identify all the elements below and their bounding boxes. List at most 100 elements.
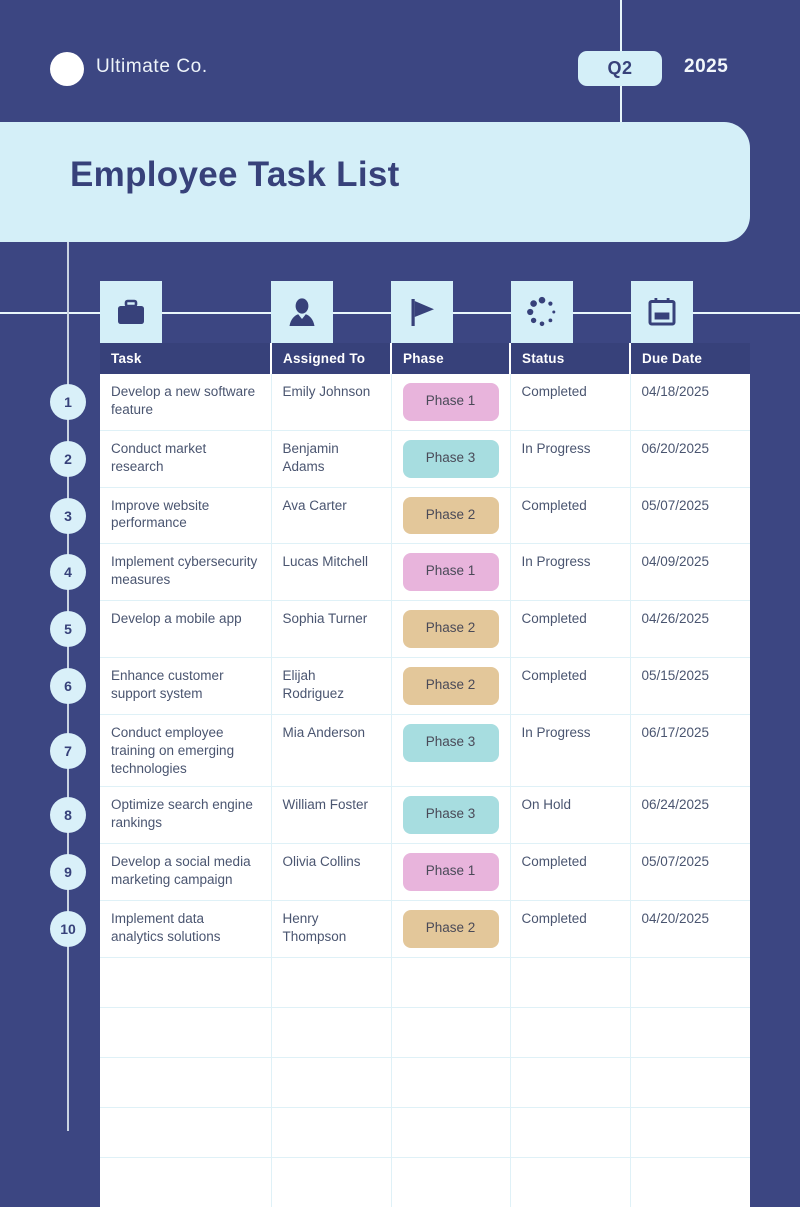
cell-status: Completed (510, 900, 631, 958)
table-row[interactable]: Develop a social media marketing campaig… (100, 843, 750, 901)
phase-badge[interactable]: Phase 3 (402, 723, 499, 762)
phase-badge[interactable]: Phase 3 (402, 796, 499, 835)
cell-phase: Phase 2 (391, 657, 511, 715)
cell-status (510, 1107, 631, 1158)
cell-assigned-to (271, 1057, 392, 1108)
quarter-badge: Q2 (578, 51, 662, 86)
cell-status: Completed (510, 657, 631, 715)
cell-assigned-to (271, 1157, 392, 1207)
cell-phase: Phase 2 (391, 600, 511, 659)
cell-due-date: 04/20/2025 (630, 900, 750, 958)
column-header-due-date[interactable]: Due Date (630, 343, 750, 374)
cell-phase: Phase 1 (391, 843, 511, 901)
flag-icon (391, 281, 453, 343)
table-row-empty[interactable] (100, 1057, 750, 1108)
row-number-badge: 5 (50, 611, 86, 648)
phase-badge[interactable]: Phase 2 (402, 610, 499, 649)
task-table-body: Develop a new software feature Emily John… (100, 374, 750, 1207)
phase-badge[interactable]: Phase 1 (402, 383, 499, 421)
cell-status: Completed (510, 843, 631, 901)
cell-phase (391, 1157, 511, 1207)
cell-due-date: 05/07/2025 (630, 843, 750, 901)
row-number-badge: 4 (50, 554, 86, 591)
table-row[interactable]: Implement data analytics solutions Henry … (100, 900, 750, 958)
phase-badge[interactable]: Phase 2 (402, 667, 499, 705)
cell-status: In Progress (510, 430, 631, 488)
cell-status: In Progress (510, 543, 631, 602)
table-row[interactable]: Improve website performance Ava Carter Pha… (100, 487, 750, 545)
cell-task (100, 1057, 272, 1108)
cell-due-date: 06/24/2025 (630, 786, 750, 845)
cell-status (510, 1007, 631, 1058)
row-number-badge: 10 (50, 910, 86, 947)
cell-task: Implement data analytics solutions (100, 900, 272, 958)
column-header-task[interactable]: Task (100, 343, 272, 374)
cell-task (100, 1007, 272, 1058)
cell-phase: Phase 1 (391, 374, 511, 431)
cell-status: On Hold (510, 786, 631, 845)
column-header-assigned[interactable]: Assigned To (271, 343, 392, 374)
table-header-row: Task Assigned To Phase Status Due Date (100, 343, 750, 374)
cell-assigned-to: Emily Johnson (271, 374, 392, 431)
table-row[interactable]: Develop a mobile app Sophia Turner Phase 2… (100, 600, 750, 659)
cell-task (100, 957, 272, 1008)
cell-assigned-to: Ava Carter (271, 487, 392, 545)
cell-phase: Phase 3 (391, 786, 511, 845)
table-row[interactable]: Optimize search engine rankings William F… (100, 786, 750, 845)
phase-badge[interactable]: Phase 3 (402, 439, 499, 478)
cell-due-date: 04/18/2025 (630, 374, 750, 431)
phase-badge[interactable]: Phase 2 (402, 909, 499, 948)
row-number-badge: 9 (50, 854, 86, 891)
person-icon (271, 281, 333, 343)
cell-phase: Phase 3 (391, 430, 511, 488)
table-row-empty[interactable] (100, 1007, 750, 1058)
table-row[interactable]: Enhance customer support system Elijah Ro… (100, 657, 750, 715)
cell-task (100, 1157, 272, 1207)
cell-task: Develop a new software feature (100, 374, 272, 431)
row-number-badge: 2 (50, 440, 86, 477)
cell-task: Conduct employee training on emerging te… (100, 714, 272, 788)
task-table: Task Assigned To Phase Status Due Date D… (100, 343, 750, 1207)
cell-assigned-to: William Foster (271, 786, 392, 845)
cell-status: In Progress (510, 714, 631, 788)
cell-phase: Phase 2 (391, 487, 511, 545)
phase-badge[interactable]: Phase 1 (402, 553, 499, 592)
cell-phase (391, 1107, 511, 1158)
circle-logo-icon (50, 52, 84, 86)
cell-status: Completed (510, 374, 631, 431)
column-header-phase[interactable]: Phase (391, 343, 511, 374)
cell-phase (391, 1057, 511, 1108)
cell-due-date: 06/20/2025 (630, 430, 750, 488)
table-row[interactable]: Develop a new software feature Emily John… (100, 374, 750, 431)
cell-task: Optimize search engine rankings (100, 786, 272, 845)
table-row-empty[interactable] (100, 1107, 750, 1158)
table-row[interactable]: Conduct market research Benjamin Adams Pha… (100, 430, 750, 488)
column-header-status[interactable]: Status (510, 343, 631, 374)
cell-phase (391, 1007, 511, 1058)
table-row[interactable]: Implement cybersecurity measures Lucas Mi… (100, 543, 750, 602)
cell-assigned-to: Sophia Turner (271, 600, 392, 659)
table-row-empty[interactable] (100, 1157, 750, 1207)
table-row[interactable]: Conduct employee training on emerging te… (100, 714, 750, 788)
cell-status: Completed (510, 487, 631, 545)
phase-badge[interactable]: Phase 1 (402, 853, 499, 891)
cell-status: Completed (510, 600, 631, 659)
cell-task (100, 1107, 272, 1158)
cell-task: Develop a mobile app (100, 600, 272, 659)
cell-phase (391, 957, 511, 1008)
top-header-bar: Ultimate Co. Q2 2025 (0, 0, 800, 122)
cell-due-date: 05/07/2025 (630, 487, 750, 545)
cell-task: Improve website performance (100, 487, 272, 545)
cell-assigned-to: Olivia Collins (271, 843, 392, 901)
cell-due-date (630, 957, 750, 1008)
page-title: Employee Task List (70, 155, 400, 194)
cell-task: Implement cybersecurity measures (100, 543, 272, 602)
cell-due-date (630, 1107, 750, 1158)
cell-status (510, 1157, 631, 1207)
cell-status (510, 1057, 631, 1108)
cell-due-date: 06/17/2025 (630, 714, 750, 788)
row-number-badge: 7 (50, 732, 86, 769)
phase-badge[interactable]: Phase 2 (402, 496, 499, 535)
cell-due-date (630, 1157, 750, 1207)
table-row-empty[interactable] (100, 957, 750, 1008)
